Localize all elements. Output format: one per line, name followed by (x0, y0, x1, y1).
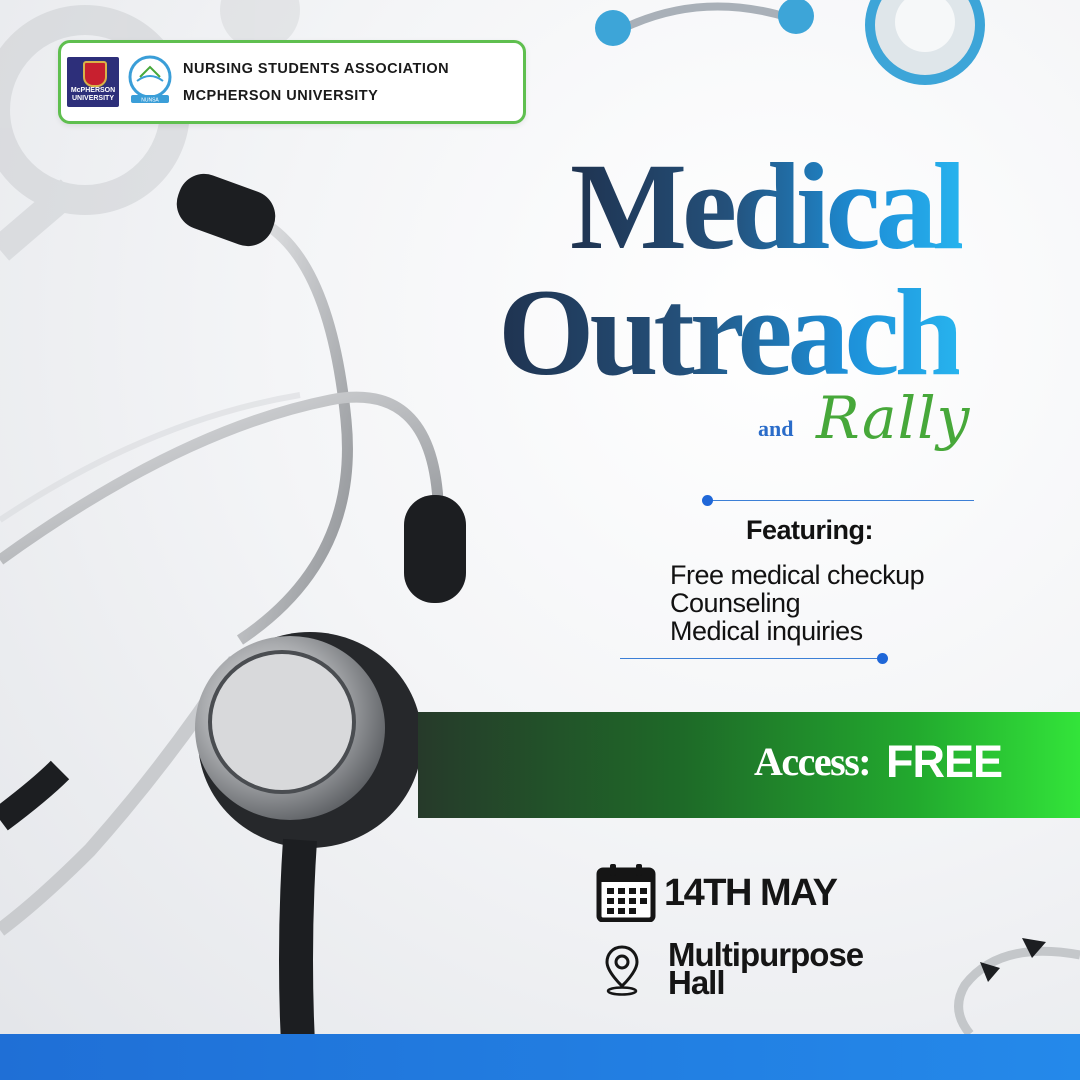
featuring-heading: Featuring: (746, 515, 874, 545)
nursing-association-logo: NUNSA (128, 55, 172, 104)
university-name: MCPHERSON UNIVERSITY (183, 88, 379, 104)
title-and: and (758, 416, 794, 441)
divider-dot-top (702, 495, 713, 506)
title-medical: Medical (570, 138, 967, 275)
bottom-bar (0, 1034, 1080, 1080)
mcpherson-university-logo: McPHERSON UNIVERSITY (67, 57, 119, 107)
featuring-item: Free medical checkup (670, 560, 925, 590)
crest-icon (83, 61, 107, 87)
access-label: Access: (754, 739, 872, 784)
featuring-item: Counseling (670, 588, 801, 618)
featuring-item: Medical inquiries (670, 616, 863, 646)
divider-top (708, 500, 974, 501)
organization-card: McPHERSON UNIVERSITY NUNSA NURSING STUDE… (58, 40, 526, 124)
event-date: 14TH MAY (664, 872, 838, 914)
venue-name: Hall (668, 964, 726, 1001)
location-pin-icon (605, 945, 639, 996)
university-logo-text: McPHERSON UNIVERSITY (70, 87, 116, 102)
divider-dot-bottom (877, 653, 888, 664)
calendar-icon (596, 864, 656, 922)
title-outreach: Outreach (498, 264, 964, 401)
association-name: NURSING STUDENTS ASSOCIATION (183, 61, 450, 77)
divider-bottom (620, 658, 882, 659)
poster: McPHERSON UNIVERSITY NUNSA NURSING STUDE… (0, 0, 1080, 1080)
title-rally: Rally (816, 384, 971, 452)
access-value: FREE (886, 736, 1003, 787)
association-logo-text: NUNSA (141, 98, 159, 104)
